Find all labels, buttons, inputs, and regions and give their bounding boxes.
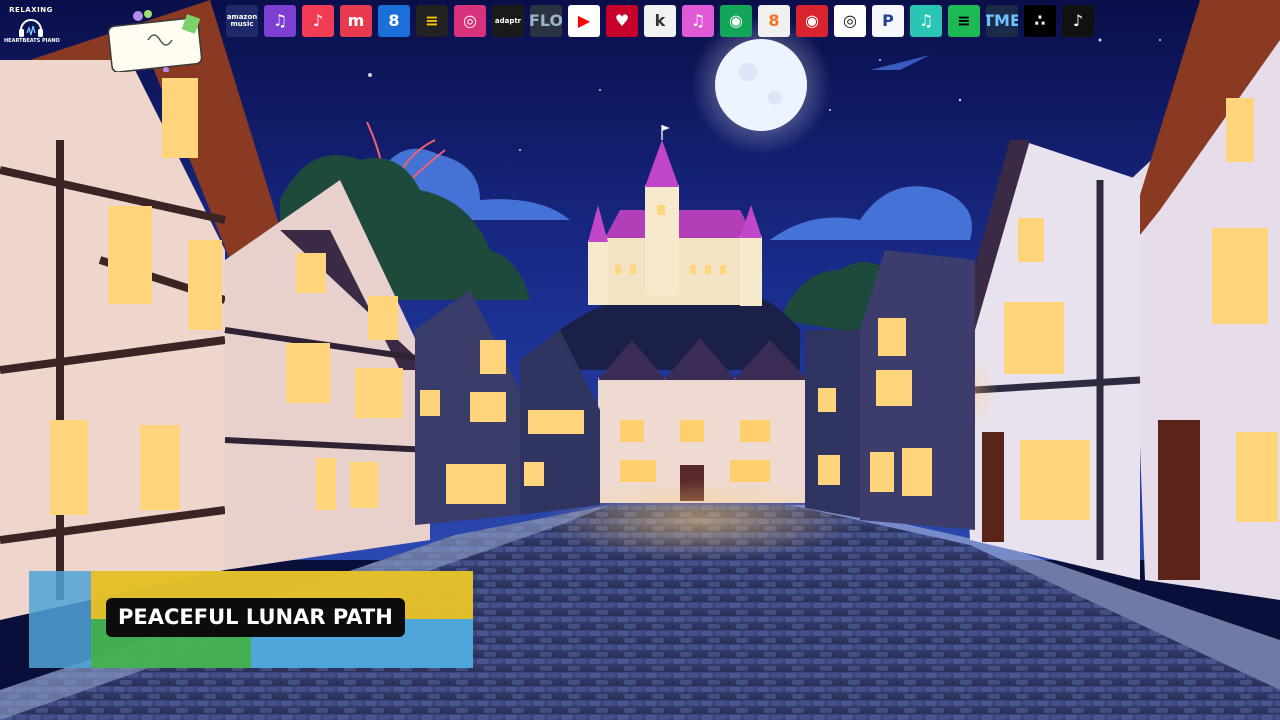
amazon-music-glyph: amazon music	[226, 13, 258, 28]
amazon-music-icon: amazon music	[226, 5, 258, 37]
pandora-glyph: P	[882, 11, 894, 30]
itunes-glyph: ♫	[690, 11, 706, 30]
qobuz-red-icon: ◉	[796, 5, 828, 37]
spotify-glyph: ≡	[957, 11, 971, 30]
instagram-glyph: ◎	[463, 11, 477, 30]
shazam-glyph: 8	[388, 11, 400, 30]
napster-glyph: ♫	[272, 11, 288, 30]
tme-icon: TME	[986, 5, 1018, 37]
apple-music-glyph: ♪	[312, 11, 324, 30]
adaptr-glyph: adaptr	[494, 16, 522, 25]
napster-icon: ♫	[264, 5, 296, 37]
channel-logo-bottom: HEARTBEATS PIANO	[4, 38, 60, 44]
youtube-music-icon: ▶	[568, 5, 600, 37]
channel-logo-top: RELAXING	[9, 6, 53, 14]
jiosaavn-icon: ♫	[910, 5, 942, 37]
tiktok-icon: ♪	[1062, 5, 1094, 37]
adaptr-icon: adaptr	[492, 5, 524, 37]
streaming-platform-bar: amazon music ♫ ♪ m 8 ≡ ◎ adaptr FLO ▶ ♥ k ♫ ◉ 8 ◉ ◎ P ♫ ≡ TM…	[226, 5, 1094, 37]
kkbox-icon: k	[644, 5, 676, 37]
iheartradio-icon: ♥	[606, 5, 638, 37]
far-houses	[598, 338, 808, 503]
melon-icon: m	[340, 5, 372, 37]
channel-logo: RELAXING HEARTBEATS PIANO	[4, 6, 60, 54]
qobuz-red-glyph: ◉	[805, 11, 819, 30]
soundcloud-8-glyph: 8	[768, 11, 780, 30]
headphones-icon	[19, 19, 43, 37]
apple-music-icon: ♪	[302, 5, 334, 37]
soundcloud-8-icon: 8	[758, 5, 790, 37]
video-title: PEACEFUL LUNAR PATH	[106, 598, 405, 637]
anghami-icon: ◉	[720, 5, 752, 37]
flo-icon: FLO	[530, 5, 562, 37]
deezer-icon: ≡	[416, 5, 448, 37]
qobuz-glyph: ◎	[843, 11, 857, 30]
tme-glyph: TME	[986, 11, 1018, 30]
melon-glyph: m	[347, 11, 365, 30]
anghami-glyph: ◉	[729, 11, 743, 30]
youtube-music-glyph: ▶	[577, 11, 591, 30]
shazam-icon: 8	[378, 5, 410, 37]
pandora-icon: P	[872, 5, 904, 37]
spotify-icon: ≡	[948, 5, 980, 37]
itunes-icon: ♫	[682, 5, 714, 37]
deezer-glyph: ≡	[425, 11, 439, 30]
tiktok-glyph: ♪	[1072, 11, 1084, 30]
decorative-sticker	[108, 10, 203, 72]
jiosaavn-glyph: ♫	[918, 11, 934, 30]
kkbox-glyph: k	[654, 11, 666, 30]
instagram-icon: ◎	[454, 5, 486, 37]
iheartradio-glyph: ♥	[614, 11, 630, 30]
flo-glyph: FLO	[530, 11, 562, 30]
tidal-glyph: ∴	[1034, 11, 1046, 30]
tidal-icon: ∴	[1024, 5, 1056, 37]
qobuz-icon: ◎	[834, 5, 866, 37]
